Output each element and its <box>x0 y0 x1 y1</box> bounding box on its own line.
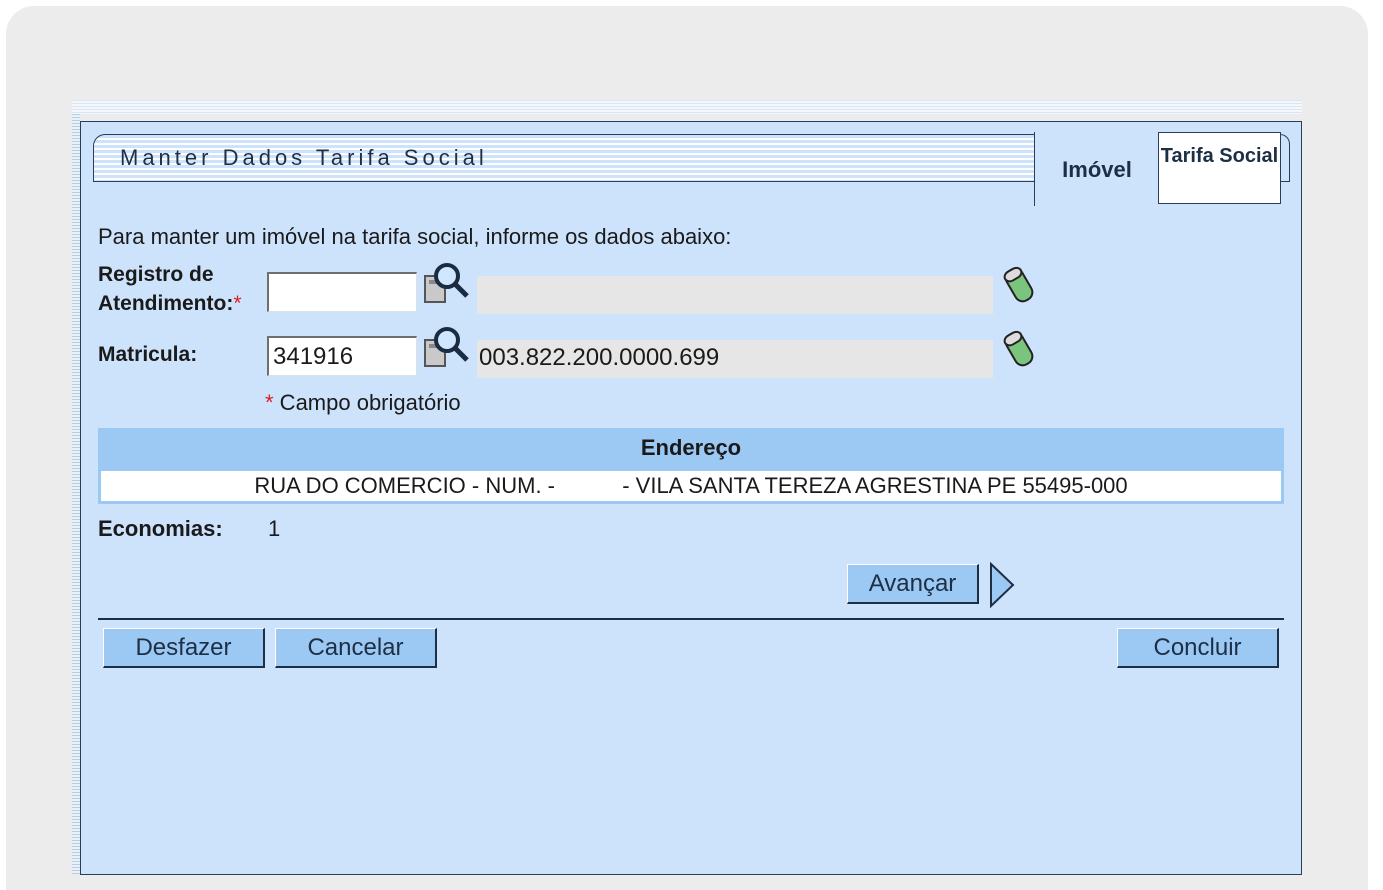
avancar-button[interactable]: Avançar <box>847 564 979 604</box>
page-title: Manter Dados Tarifa Social <box>120 145 488 170</box>
divider <box>98 618 1284 620</box>
header-stripes <box>72 100 1302 114</box>
registro-description <box>477 276 993 314</box>
economias-label: Economias: <box>98 516 223 541</box>
tab-imovel-label: Imóvel <box>1062 157 1132 182</box>
economias-value: 1 <box>268 516 281 541</box>
tab-tarifa-social[interactable]: Tarifa Social <box>1158 132 1281 204</box>
required-note-mark: * <box>265 390 274 415</box>
required-mark: * <box>233 292 242 315</box>
form-panel: Manter Dados Tarifa Social Imóvel Tarifa… <box>80 121 1302 875</box>
matricula-input[interactable] <box>267 336 417 376</box>
eraser-icon[interactable] <box>1001 328 1037 370</box>
matricula-description: 003.822.200.0000.699 <box>477 340 993 378</box>
search-icon[interactable] <box>423 262 471 306</box>
address-value: RUA DO COMERCIO - NUM. - - VILA SANTA TE… <box>98 468 1284 504</box>
left-stripes <box>72 114 80 874</box>
search-icon[interactable] <box>423 326 471 370</box>
tab-imovel[interactable]: Imóvel <box>1034 132 1159 206</box>
intro-text: Para manter um imóvel na tarifa social, … <box>98 224 732 249</box>
required-note: * Campo obrigatório <box>265 390 461 416</box>
required-note-text: Campo obrigatório <box>273 390 461 415</box>
desfazer-button[interactable]: Desfazer <box>103 628 265 668</box>
concluir-button[interactable]: Concluir <box>1117 628 1279 668</box>
tab-tarifa-social-label: Tarifa Social <box>1160 145 1279 167</box>
title-bar: Manter Dados Tarifa Social <box>93 134 1049 182</box>
matricula-label: Matricula: <box>98 343 198 366</box>
arrow-right-icon[interactable] <box>989 562 1015 608</box>
registro-input[interactable] <box>267 272 417 312</box>
eraser-icon[interactable] <box>1001 264 1037 306</box>
address-header: Endereço <box>98 428 1284 468</box>
registro-label: Registro de Atendimento:* <box>98 260 268 318</box>
registro-label-text: Registro de Atendimento: <box>98 263 234 315</box>
cancelar-button[interactable]: Cancelar <box>275 628 437 668</box>
